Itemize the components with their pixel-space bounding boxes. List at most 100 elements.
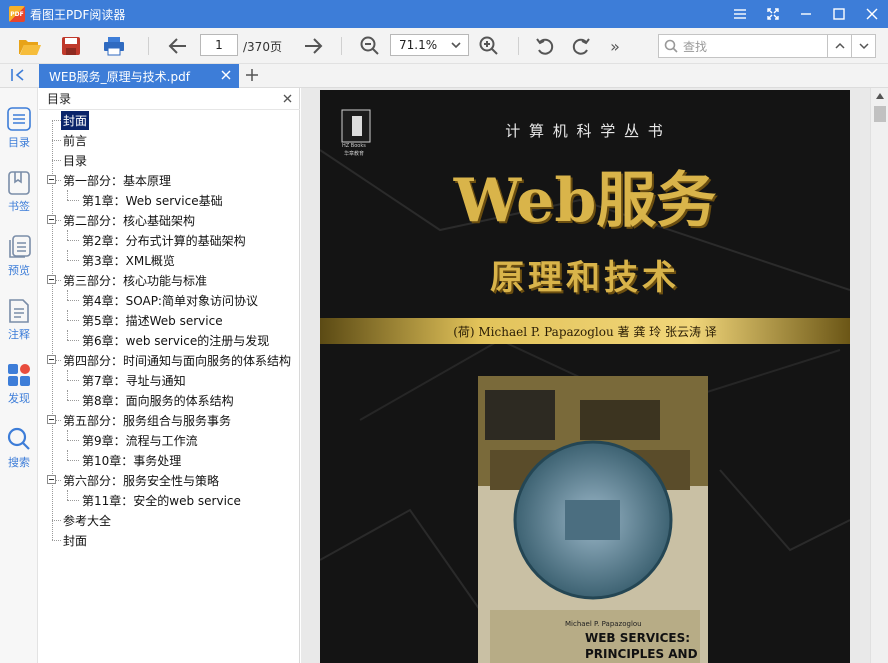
next-page-icon[interactable] <box>300 33 326 59</box>
outline-item[interactable]: 前言 <box>61 130 89 150</box>
outline-subitem[interactable]: 第5章：描述Web service <box>80 310 225 330</box>
outline-item[interactable]: 第六部分：服务安全性与策略 <box>61 470 221 490</box>
zoom-in-icon[interactable] <box>476 33 502 59</box>
outline-title: 目录 <box>47 92 72 106</box>
outline-subitem[interactable]: 第8章：面向服务的体系结构 <box>80 390 236 410</box>
publisher-logo: HZ Books <box>342 143 366 149</box>
outline-item-label: 第五部分：服务组合与服务事务 <box>63 413 232 428</box>
tab-bar: WEB服务_原理与技术.pdf <box>0 64 888 88</box>
search-next-button[interactable] <box>851 34 876 58</box>
outline-item[interactable]: 封面 <box>61 530 89 550</box>
outline-item-label: 第六部分：服务安全性与策略 <box>63 473 220 488</box>
more-tools-button[interactable]: » <box>602 33 628 59</box>
outline-item-label: 第四部分：时间通知与面向服务的体系结构 <box>63 353 292 368</box>
rail-item-preview[interactable]: 预览 <box>0 234 38 292</box>
outline-item-label: 第3章：XML概览 <box>82 253 175 268</box>
scrollbar-thumb[interactable] <box>874 106 886 122</box>
menu-icon[interactable] <box>723 0 756 28</box>
rail-item-discover[interactable]: 发现 <box>0 362 38 420</box>
outline-item-label: 第一部分：基本原理 <box>63 173 172 188</box>
outline-item-label: 第4章：SOAP:简单对象访问协议 <box>82 293 258 308</box>
chevron-down-icon <box>858 43 869 50</box>
outline-item[interactable]: 参考大全 <box>61 510 113 530</box>
rail-item-notes[interactable]: 注释 <box>0 298 38 356</box>
discover-icon <box>8 364 30 386</box>
outline-item[interactable]: 第四部分：时间通知与面向服务的体系结构 <box>61 350 293 370</box>
outline-item-label: 第三部分：核心功能与标准 <box>63 273 208 288</box>
collapse-toggle-icon[interactable] <box>47 355 56 364</box>
close-tab-icon[interactable] <box>221 70 231 80</box>
search-input[interactable]: 查找 <box>658 34 828 58</box>
outline-item[interactable]: 第五部分：服务组合与服务事务 <box>61 410 233 430</box>
outline-subitem[interactable]: 第11章：安全的web service <box>80 490 243 510</box>
rail-item-outline[interactable]: 目录 <box>0 106 38 164</box>
chevron-up-icon <box>834 42 845 49</box>
outline-panel: 目录 封面 前言 目录 第一部分：基本原理 第1章：Web service基础 第二部分：… <box>39 88 300 663</box>
list-icon <box>7 107 31 131</box>
outline-subitem[interactable]: 第1章：Web service基础 <box>80 190 225 210</box>
outline-item[interactable]: 第三部分：核心功能与标准 <box>61 270 209 290</box>
outline-subitem[interactable]: 第2章：分布式计算的基础架构 <box>80 230 248 250</box>
collapse-sidebar-icon[interactable] <box>10 68 26 85</box>
pdf-page: HZ Books 华章教育 计 算 机 科 学 丛 书 Web服务 原理和技术 … <box>320 90 850 663</box>
series-title: 计 算 机 科 学 丛 书 <box>505 122 665 140</box>
prev-page-icon[interactable] <box>165 33 191 59</box>
bookmark-icon <box>8 171 30 195</box>
outline-item-label: 参考大全 <box>63 513 112 528</box>
page-number-input[interactable]: 1 <box>200 34 238 56</box>
outline-item-label: 第7章：寻址与通知 <box>82 373 186 388</box>
outline-item-label: 第1章：Web service基础 <box>82 193 223 208</box>
outline-item-label: 第2章：分布式计算的基础架构 <box>82 233 246 248</box>
outline-item-label: 封面 <box>59 109 91 131</box>
rail-item-bookmarks[interactable]: 书签 <box>0 170 38 228</box>
outline-item-label: 第6章：web service的注册与发现 <box>82 333 270 348</box>
outline-subitem[interactable]: 第7章：寻址与通知 <box>80 370 188 390</box>
save-icon[interactable] <box>58 33 84 59</box>
book-authors: (荷) Michael P. Papazoglou 著 龚 玲 张云涛 译 <box>453 325 717 339</box>
outline-item[interactable]: 第二部分：核心基础架构 <box>61 210 197 230</box>
add-tab-icon[interactable] <box>246 69 258 84</box>
book-subtitle: 原理和技术 <box>490 258 680 298</box>
outline-item[interactable]: 封面 <box>59 109 91 131</box>
outline-item[interactable]: 目录 <box>61 150 89 170</box>
collapse-toggle-icon[interactable] <box>47 215 56 224</box>
scroll-up-icon[interactable] <box>875 92 885 100</box>
collapse-toggle-icon[interactable] <box>47 175 56 184</box>
zoom-value: 71.1% <box>399 38 438 52</box>
outline-item[interactable]: 第一部分：基本原理 <box>61 170 173 190</box>
zoom-out-icon[interactable] <box>357 33 383 59</box>
open-folder-icon[interactable] <box>17 33 43 59</box>
toolbar: 1 /370页 71.1% » 查找 <box>0 28 888 64</box>
search-prev-button[interactable] <box>827 34 852 58</box>
rail-item-search[interactable]: 搜索 <box>0 426 38 484</box>
collapse-toggle-icon[interactable] <box>47 475 56 484</box>
outline-subitem[interactable]: 第9章：流程与工作流 <box>80 430 200 450</box>
print-icon[interactable] <box>101 33 127 59</box>
outline-item-label: 第二部分：核心基础架构 <box>63 213 196 228</box>
outline-item-label: 目录 <box>63 153 88 168</box>
collapse-toggle-icon[interactable] <box>47 415 56 424</box>
book-title: Web服务 <box>453 166 717 236</box>
zoom-select[interactable]: 71.1% <box>390 34 469 56</box>
maximize-button[interactable] <box>822 0 855 28</box>
outline-item-label: 前言 <box>63 133 88 148</box>
outline-item-label: 第9章：流程与工作流 <box>82 433 198 448</box>
collapse-toggle-icon[interactable] <box>47 275 56 284</box>
fullscreen-icon[interactable] <box>756 0 789 28</box>
close-button[interactable] <box>855 0 888 28</box>
search-icon <box>7 427 30 450</box>
minimize-button[interactable] <box>789 0 822 28</box>
outline-item-label: 第10章：事务处理 <box>82 453 182 468</box>
close-panel-icon[interactable] <box>283 94 292 103</box>
outline-subitem[interactable]: 第4章：SOAP:简单对象访问协议 <box>80 290 260 310</box>
document-viewer: HZ Books 华章教育 计 算 机 科 学 丛 书 Web服务 原理和技术 … <box>301 88 888 663</box>
inset-author: Michael P. Papazoglou <box>565 620 642 628</box>
document-tab[interactable]: WEB服务_原理与技术.pdf <box>39 64 239 88</box>
rotate-right-icon[interactable] <box>568 33 594 59</box>
vertical-scrollbar[interactable] <box>870 88 888 663</box>
tab-title: WEB服务_原理与技术.pdf <box>49 69 190 84</box>
outline-subitem[interactable]: 第6章：web service的注册与发现 <box>80 330 271 350</box>
rotate-left-icon[interactable] <box>532 33 558 59</box>
outline-subitem[interactable]: 第10章：事务处理 <box>80 450 183 470</box>
outline-subitem[interactable]: 第3章：XML概览 <box>80 250 177 270</box>
